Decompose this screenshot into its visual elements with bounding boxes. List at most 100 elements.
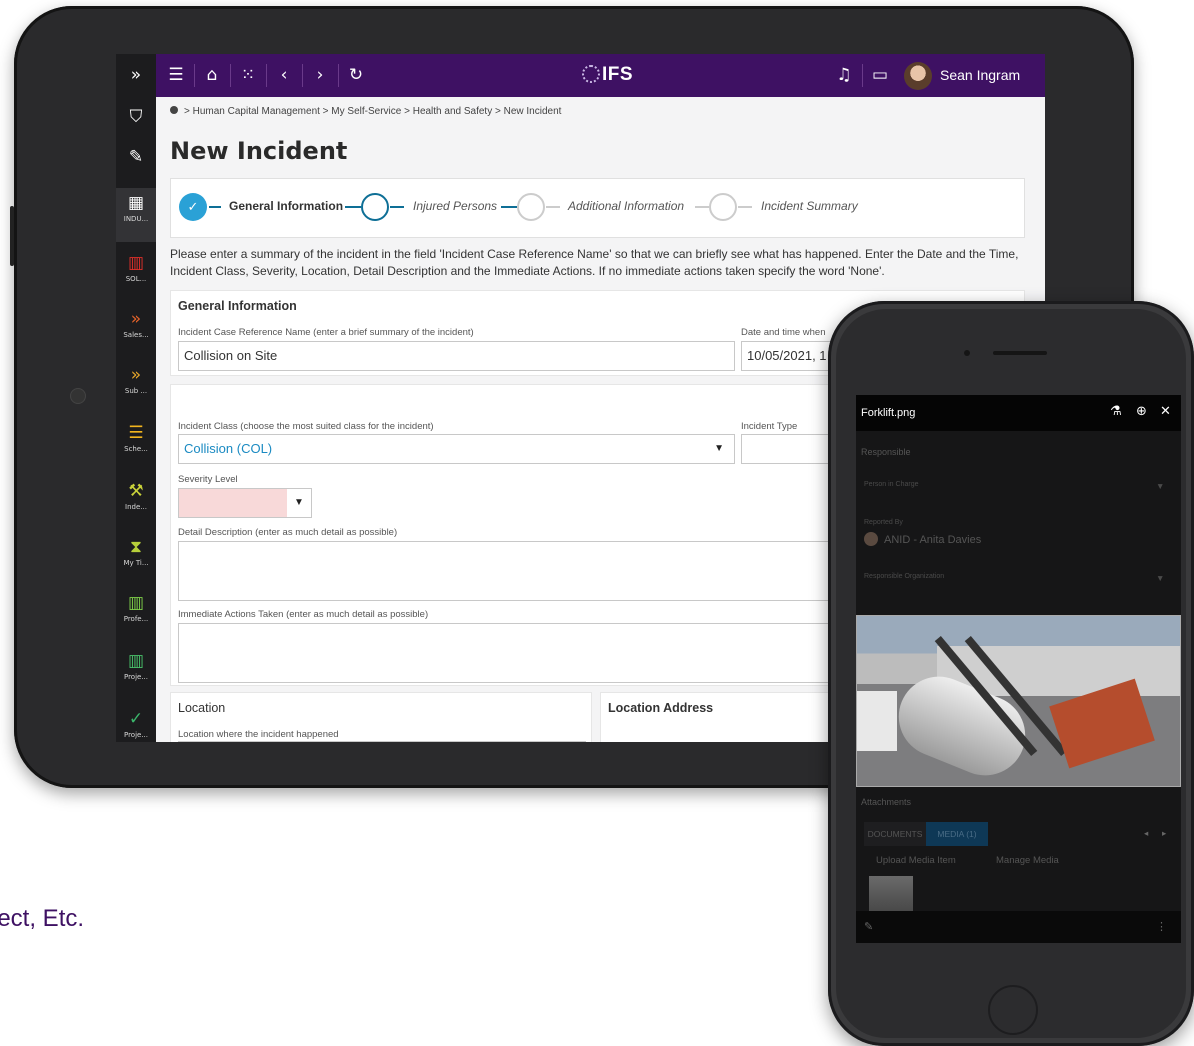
ref-name-input[interactable]: Collision on Site	[178, 341, 735, 371]
step-label-injured-persons[interactable]: Injured Persons	[413, 199, 497, 213]
user-menu[interactable]: Sean Ingram	[904, 61, 1021, 91]
sidebar-item[interactable]: ⛉	[116, 102, 156, 140]
step-current-circle[interactable]	[361, 193, 389, 221]
upload-media-button[interactable]: Upload Media Item	[876, 855, 956, 866]
sidebar-item[interactable]: ✓ Proje...	[116, 704, 156, 742]
step-done-check-icon[interactable]: ✓	[179, 193, 207, 221]
date-time-label: Date and time when	[741, 327, 826, 338]
step-connector	[501, 206, 517, 208]
sidebar-item[interactable]: ⧗ My Ti...	[116, 532, 156, 586]
prev-icon[interactable]: ◂	[1144, 828, 1148, 839]
zoom-in-icon[interactable]: ⊕	[1136, 404, 1147, 419]
chevron-down-icon: ▼	[714, 443, 724, 454]
notifications-bell-icon[interactable]: ♫	[828, 54, 860, 97]
user-name: Sean Ingram	[940, 67, 1021, 83]
bar-chart-icon: ▥	[127, 593, 145, 613]
sidebar-item-label: Sales...	[123, 331, 149, 339]
refresh-icon[interactable]: ↻	[340, 54, 372, 97]
breadcrumb-path[interactable]: > Human Capital Management > My Self-Ser…	[184, 106, 561, 117]
phone-speaker	[993, 351, 1047, 355]
location-address-title: Location Address	[608, 701, 714, 715]
media-file-name: Forklift.png	[861, 407, 916, 419]
tab-documents[interactable]: DOCUMENTS	[864, 822, 926, 846]
step-open-circle[interactable]	[709, 193, 737, 221]
phone-camera	[964, 350, 970, 356]
schedule-icon: ☰	[128, 423, 144, 443]
sidebar-item-label: Sub ...	[124, 387, 148, 395]
sidebar-item[interactable]: ✎	[116, 142, 156, 180]
divider	[338, 64, 339, 87]
phone-home-button[interactable]	[988, 985, 1038, 1035]
double-chevron-right-icon: »	[130, 65, 142, 85]
apps-grid-icon[interactable]: ⁙	[232, 54, 264, 97]
home-icon[interactable]: ⌂	[196, 54, 228, 97]
divider	[230, 64, 231, 87]
ifs-logo[interactable]: IFS	[582, 64, 633, 86]
tablet-camera	[70, 388, 86, 404]
step-connector	[345, 206, 361, 208]
tab-media[interactable]: MEDIA (1)	[926, 822, 988, 846]
sidebar-item[interactable]: ▦ INDU...	[116, 188, 156, 242]
sidebar-item[interactable]: ▥ SOL...	[116, 248, 156, 302]
back-chevron-icon[interactable]: ‹	[268, 54, 300, 97]
chevron-down-icon: ▼	[287, 489, 311, 517]
step-label-general-information[interactable]: General Information	[229, 199, 343, 213]
feedback-icon[interactable]: ▭	[864, 54, 896, 97]
sidebar-item-label: Inde...	[125, 503, 147, 511]
grid-icon: ▦	[127, 193, 145, 213]
phone-bezel: Forklift.png ⚗ ⊕ ✕ Responsible Person in…	[836, 309, 1186, 1038]
close-icon[interactable]: ✕	[1160, 404, 1171, 419]
divider	[302, 64, 303, 87]
sidebar-item[interactable]: ▥ Profe...	[116, 588, 156, 642]
sidebar-item[interactable]: ▥ Proje...	[116, 646, 156, 700]
logo-text: IFS	[602, 64, 634, 85]
bar-chart-icon: ▥	[127, 651, 145, 671]
forward-chevron-icon[interactable]: ›	[304, 54, 336, 97]
location-card: Location Location where the incident hap…	[170, 692, 592, 742]
background-caption: ject, Etc.	[0, 905, 85, 932]
edit-icon[interactable]: ✎	[864, 920, 873, 933]
pencil-icon: ✎	[128, 147, 144, 167]
next-icon[interactable]: ▸	[1162, 828, 1166, 839]
divider	[862, 64, 863, 87]
detail-description-textarea[interactable]	[178, 541, 878, 601]
step-connector	[209, 206, 221, 208]
sidebar-item[interactable]: ☰ Sche...	[116, 418, 156, 472]
sidebar-item[interactable]: » Sub ...	[116, 360, 156, 414]
severity-level-select[interactable]: ▼	[178, 488, 312, 518]
bar-chart-icon: ▥	[127, 253, 145, 273]
breadcrumb-home-icon[interactable]	[170, 106, 178, 114]
wizard-steps: ✓ General Information Injured Persons Ad…	[170, 178, 1025, 238]
incident-type-label: Incident Type	[741, 421, 798, 432]
step-open-circle[interactable]	[517, 193, 545, 221]
forklift-photo[interactable]	[856, 615, 1181, 787]
section-title-general-information: General Information	[178, 299, 297, 313]
incident-class-label: Incident Class (choose the most suited c…	[178, 421, 434, 432]
bookmark-icon: ⛉	[129, 107, 143, 127]
reported-by-value[interactable]: ANID - Anita Davies	[864, 532, 981, 546]
more-options-icon[interactable]: ⋮	[1156, 920, 1167, 933]
sidebar-item[interactable]: » Sales...	[116, 304, 156, 358]
check-icon: ✓	[128, 709, 144, 729]
divider	[194, 64, 195, 87]
incident-class-select[interactable]: Collision (COL) ▼	[178, 434, 735, 464]
location-where-select[interactable]	[178, 741, 586, 742]
manage-media-button[interactable]: Manage Media	[996, 855, 1059, 866]
ref-name-label: Incident Case Reference Name (enter a br…	[178, 327, 474, 338]
immediate-actions-textarea[interactable]	[178, 623, 878, 683]
logo-sun-icon	[582, 65, 600, 83]
reported-by-label: Reported By	[864, 519, 903, 526]
sidebar-item-label: SOL...	[125, 275, 147, 283]
sidebar-item[interactable]: »	[116, 60, 156, 98]
hamburger-menu-icon[interactable]: ☰	[160, 54, 192, 97]
step-connector	[546, 206, 560, 208]
person-in-charge-field[interactable]: Person in Charge	[864, 481, 918, 488]
sidebar-item[interactable]: ⚒ Inde...	[116, 476, 156, 530]
sidebar-item-label: Proje...	[123, 673, 149, 681]
avatar	[864, 532, 878, 546]
annotate-icon[interactable]: ⚗	[1110, 404, 1122, 419]
sidebar-item-label: Profe...	[123, 615, 149, 623]
responsible-org-field[interactable]: Responsible Organization	[864, 573, 944, 580]
step-label-incident-summary[interactable]: Incident Summary	[761, 199, 858, 213]
step-label-additional-information[interactable]: Additional Information	[568, 199, 684, 213]
